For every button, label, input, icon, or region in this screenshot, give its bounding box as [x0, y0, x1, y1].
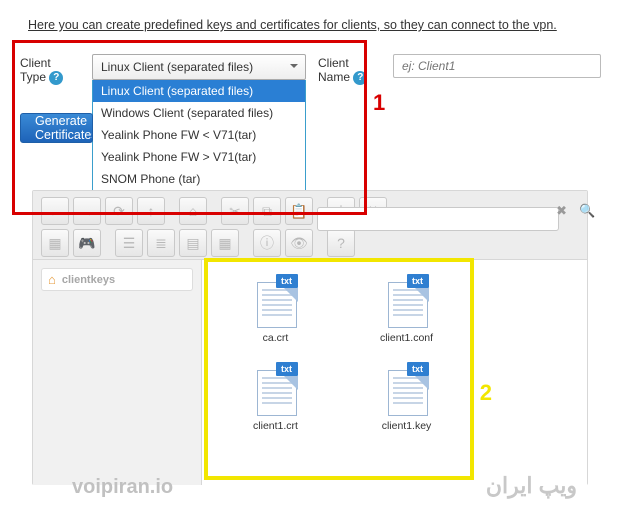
intro-text: Here you can create predefined keys and … [28, 18, 557, 32]
client-type-option[interactable]: Yealink Phone FW > V71(tar) [93, 146, 305, 168]
client-type-select-display[interactable]: Linux Client (separated files) [92, 54, 306, 80]
paste-button[interactable]: 📋 [285, 197, 313, 225]
cut-icon: ✂ [229, 204, 241, 218]
file-item[interactable]: txt ca.crt [220, 274, 331, 344]
reload-button[interactable]: ⟳ [105, 197, 133, 225]
file-list: txtca.crttxtclient1.conftxtclient1.crttx… [202, 260, 480, 446]
tree-button[interactable]: ☰ [115, 229, 143, 257]
client-type-option[interactable]: Windows Client (separated files) [93, 102, 305, 124]
select-all-button[interactable]: ▦ [41, 229, 69, 257]
icons-large-button[interactable]: ▦ [211, 229, 239, 257]
info-icon: ⓘ [260, 236, 274, 250]
client-type-option[interactable]: Linux Client (separated files) [93, 80, 305, 102]
file-icon: txt [385, 274, 429, 326]
file-search-input[interactable] [317, 207, 559, 231]
file-name: client1.conf [380, 332, 433, 344]
icons-large-icon: ▦ [218, 236, 231, 250]
up-button[interactable]: ↑ [137, 197, 165, 225]
file-name: ca.crt [263, 332, 289, 344]
tree-icon: ☰ [123, 236, 136, 250]
file-name: client1.crt [253, 420, 298, 432]
help-icon: ? [337, 236, 345, 250]
forward-button[interactable]: → [73, 197, 101, 225]
toolbar-row-2: ▦ 🎮 ☰ ≣ ▤ ▦ ⓘ 👁? [41, 229, 355, 257]
copy-button[interactable]: ⧉ [253, 197, 281, 225]
page-root: Here you can create predefined keys and … [0, 0, 617, 509]
client-type-option[interactable]: Yealink Phone FW < V71(tar) [93, 124, 305, 146]
tree-root-item[interactable]: ⌂ clientkeys [41, 268, 193, 291]
generate-button[interactable]: Generate Certificates [20, 113, 93, 143]
forward-icon: → [80, 204, 94, 218]
reload-icon: ⟳ [113, 204, 125, 218]
file-manager-body: ⌂ clientkeys 2 txtca.crttxtclient1.conft… [33, 260, 587, 485]
file-icon: txt [385, 362, 429, 414]
home-icon: ⌂ [48, 272, 56, 287]
search-icon: 🔍 [579, 203, 595, 219]
watermark-right: ویپ ایران [486, 473, 577, 499]
watermark-left: voipiran.io [72, 476, 173, 499]
back-button[interactable]: ← [41, 197, 69, 225]
annotation-label-1: 1 [373, 90, 385, 116]
client-name-label: Client Name ? [318, 56, 367, 85]
clear-search-icon[interactable]: ✖ [556, 203, 567, 219]
help-icon[interactable]: ? [353, 71, 367, 85]
preview-button[interactable]: 👁 [285, 229, 313, 257]
file-icon: txt [254, 274, 298, 326]
paste-icon: 📋 [290, 204, 307, 218]
info-button[interactable]: ⓘ [253, 229, 281, 257]
tree-root-label: clientkeys [62, 274, 115, 286]
icons-small-icon: ▤ [186, 236, 199, 250]
copy-icon: ⧉ [262, 204, 272, 218]
cut-button[interactable]: ✂ [221, 197, 249, 225]
home-icon: ⌂ [189, 204, 197, 218]
file-name: client1.key [382, 420, 432, 432]
home-button[interactable]: ⌂ [179, 197, 207, 225]
annotation-label-2: 2 [480, 380, 492, 406]
games-button[interactable]: 🎮 [73, 229, 101, 257]
list-icon: ≣ [155, 236, 167, 250]
client-name-input[interactable] [393, 54, 601, 78]
back-icon: ← [48, 204, 62, 218]
select-all-icon: ▦ [48, 236, 61, 250]
client-type-label: Client Type ? [20, 56, 63, 85]
file-tree-sidebar: ⌂ clientkeys [33, 260, 202, 485]
file-item[interactable]: txt client1.conf [351, 274, 462, 344]
icons-small-button[interactable]: ▤ [179, 229, 207, 257]
file-item[interactable]: txt client1.key [351, 362, 462, 432]
file-grid: 2 txt ca.crt txt client1.conf txt client1.crt… [202, 260, 587, 485]
client-type-option[interactable]: SNOM Phone (tar) [93, 168, 305, 190]
preview-icon: 👁 [290, 236, 308, 250]
help-button[interactable]: ? [327, 229, 355, 257]
up-icon: ↑ [148, 204, 155, 218]
file-item[interactable]: txt client1.crt [220, 362, 331, 432]
help-icon[interactable]: ? [49, 71, 63, 85]
file-manager: ←→⟳↑⌂✂⧉📋＋✖ ▦🎮☰≣▤▦ⓘ👁? 🔍 ✖ ⌂ clientkeys 2 … [32, 190, 588, 485]
file-manager-toolbar: ←→⟳↑⌂✂⧉📋＋✖ ▦🎮☰≣▤▦ⓘ👁? 🔍 ✖ [33, 191, 587, 260]
list-button[interactable]: ≣ [147, 229, 175, 257]
games-icon: 🎮 [78, 236, 95, 250]
file-icon: txt [254, 362, 298, 414]
